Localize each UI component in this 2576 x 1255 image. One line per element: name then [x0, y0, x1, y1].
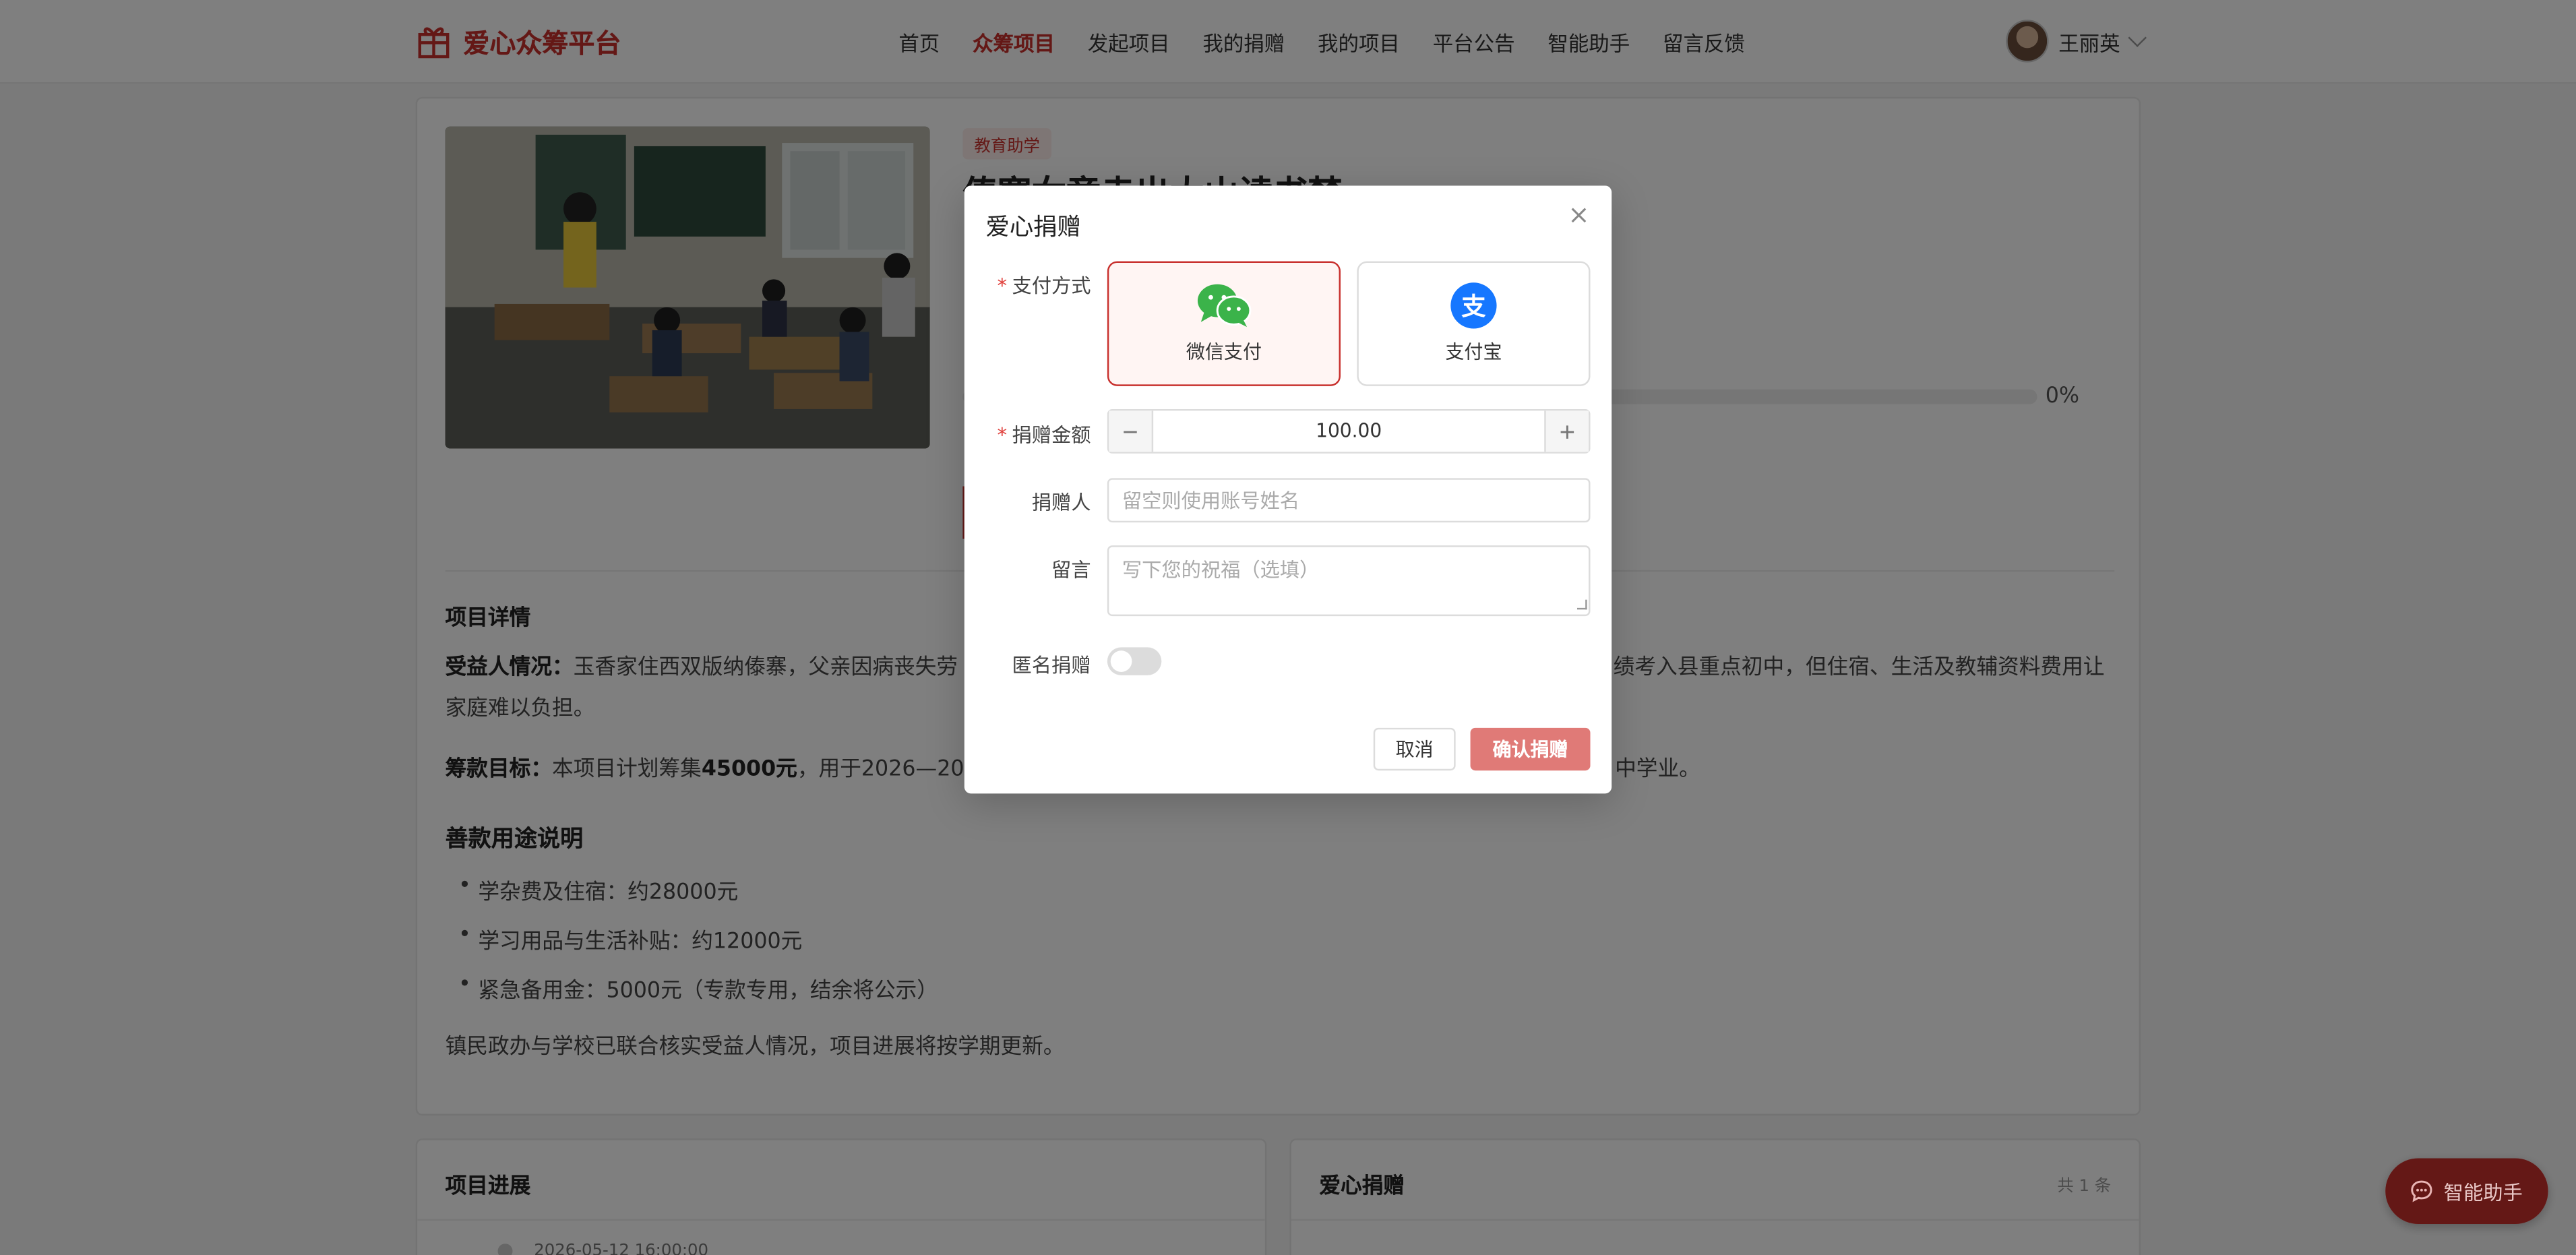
page-root: 爱心众筹平台 首页 众筹项目 发起项目 我的捐赠 我的项目 平台公告 智能助手 … — [0, 0, 2576, 1255]
cancel-button[interactable]: 取消 — [1373, 727, 1456, 771]
amount-stepper[interactable]: 100.00 — [1107, 408, 1591, 454]
alipay-label: 支付宝 — [1445, 340, 1502, 363]
toggle-knob — [1110, 650, 1132, 672]
anonymous-label: 匿名捐赠 — [1012, 654, 1091, 677]
resize-handle[interactable] — [1577, 599, 1587, 610]
svg-text:支: 支 — [1461, 292, 1486, 321]
assistant-float-button[interactable]: 智能助手 — [2385, 1158, 2548, 1224]
alipay-icon: 支 — [1450, 282, 1497, 329]
amount-value[interactable]: 100.00 — [1153, 410, 1544, 452]
payment-method-label-text: 支付方式 — [1012, 274, 1091, 298]
decrease-amount-button[interactable] — [1109, 410, 1154, 452]
message-label: 留言 — [1051, 558, 1091, 582]
chat-icon — [2412, 1180, 2433, 1202]
modal-title: 爱心捐赠 — [985, 215, 1081, 242]
confirm-donation-button[interactable]: 确认捐赠 — [1470, 727, 1591, 771]
scaled-canvas: 爱心众筹平台 首页 众筹项目 发起项目 我的捐赠 我的项目 平台公告 智能助手 … — [0, 0, 2576, 1255]
wechat-pay-option[interactable]: 微信支付 — [1107, 261, 1341, 386]
amount-label-text: 捐赠金额 — [1012, 423, 1091, 447]
alipay-option[interactable]: 支 支付宝 — [1357, 261, 1591, 386]
anonymous-toggle[interactable] — [1107, 647, 1162, 675]
donation-modal: 爱心捐赠 * 支付方式 微信支付 支 支付宝 * 捐赠金额 100.00 捐赠人… — [964, 185, 1612, 794]
message-textarea[interactable] — [1107, 545, 1591, 617]
payment-method-label: * 支付方式 — [998, 271, 1091, 299]
amount-label: * 捐赠金额 — [998, 421, 1091, 448]
close-icon[interactable] — [1567, 204, 1590, 226]
minus-icon — [1124, 430, 1137, 433]
wechat-icon — [1197, 284, 1252, 328]
required-mark: * — [997, 274, 1008, 298]
donor-name-input[interactable] — [1107, 478, 1591, 523]
required-mark: * — [997, 423, 1008, 447]
donor-label: 捐赠人 — [1031, 491, 1091, 514]
assistant-label: 智能助手 — [2443, 1180, 2523, 1204]
increase-amount-button[interactable] — [1544, 410, 1589, 452]
plus-icon — [1560, 425, 1574, 438]
wechat-pay-label: 微信支付 — [1186, 340, 1262, 363]
